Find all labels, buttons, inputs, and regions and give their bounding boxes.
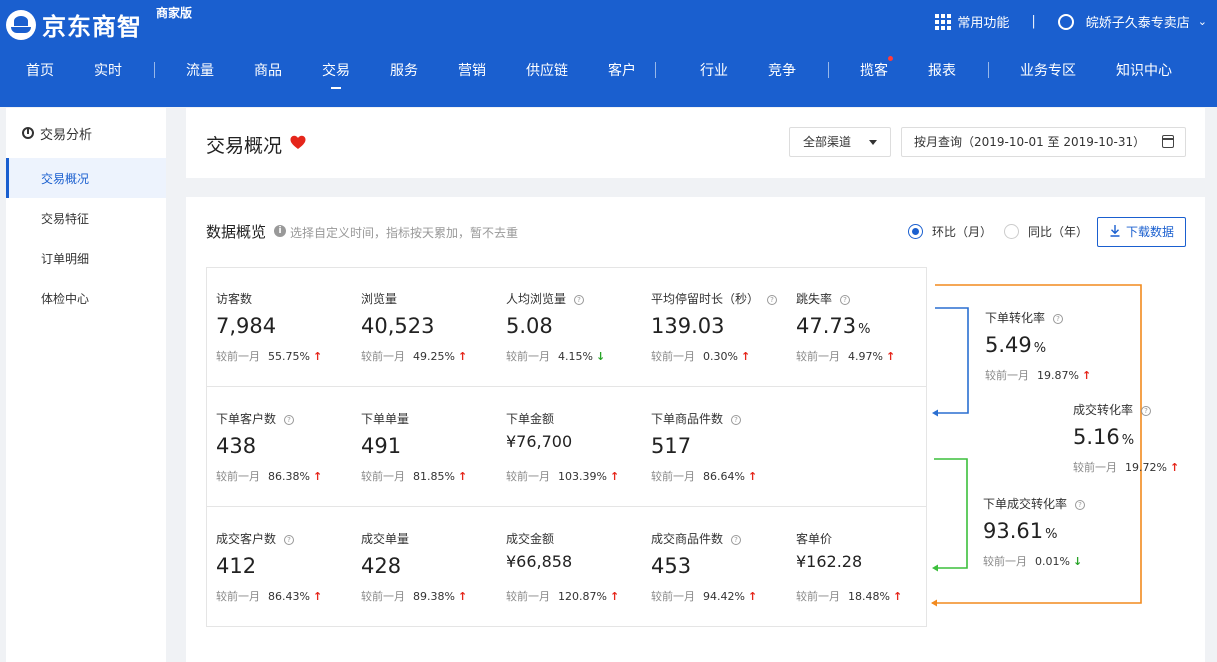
- compare-label: 较前一月: [1073, 461, 1117, 474]
- metric-label-text: 下单转化率: [985, 311, 1046, 325]
- metric-unit: %: [1033, 341, 1047, 356]
- arrow-up-icon: ↑: [1081, 369, 1092, 382]
- nav-industry[interactable]: 行业: [700, 60, 728, 80]
- nav-lanke[interactable]: 揽客: [860, 60, 888, 80]
- date-range-value: 按月查询（2019-10-01 至 2019-10-31）: [914, 135, 1146, 149]
- sidebar-item-order-details[interactable]: 订单明细: [6, 238, 166, 278]
- brand-edition: 商家版: [156, 6, 193, 20]
- title-card: 交易概况 全部渠道 按月查询（2019-10-01 至 2019-10-31）: [186, 108, 1205, 178]
- trade-analysis-icon: [22, 127, 34, 139]
- help-icon[interactable]: ?: [1075, 500, 1086, 510]
- top-right-tools: 常用功能 | 皖娇子久泰专卖店 ⌄: [935, 12, 1207, 31]
- help-icon[interactable]: ?: [1141, 406, 1152, 416]
- arrow-down-icon: ↓: [1072, 555, 1083, 568]
- chevron-down-icon[interactable]: ⌄: [1198, 15, 1207, 28]
- common-features-link[interactable]: 常用功能: [957, 12, 1009, 31]
- flow-line-blue: [934, 307, 969, 414]
- metric-value-text: 93.61: [983, 519, 1044, 543]
- compare-percent: 0.01%: [1035, 555, 1070, 568]
- nav-marketing[interactable]: 营销: [458, 60, 486, 80]
- sidebar-title-label: 交易分析: [40, 127, 93, 143]
- nav-divider: [154, 62, 155, 78]
- arrow-up-icon: ↑: [1169, 461, 1180, 474]
- metric-value: 93.61%: [983, 519, 1057, 543]
- nav-divider: [655, 62, 656, 78]
- apps-grid-icon[interactable]: [935, 13, 952, 30]
- nav-supply-chain[interactable]: 供应链: [526, 60, 568, 80]
- sidebar-section-title[interactable]: 交易分析: [6, 108, 166, 158]
- page-title: 交易概况: [206, 135, 283, 157]
- metric-label: 成交转化率?: [1073, 401, 1152, 418]
- metric-value-text: 5.16: [1073, 425, 1120, 449]
- compare-percent: 19.87%: [1037, 369, 1079, 382]
- metric-comparison: 较前一月 19.72% ↑: [1073, 459, 1179, 475]
- nav-home[interactable]: 首页: [26, 60, 54, 80]
- brand-name: 京东商智: [42, 13, 142, 41]
- metric-comparison: 较前一月 19.87% ↑: [985, 367, 1091, 383]
- shop-avatar-icon[interactable]: [1057, 13, 1074, 30]
- nav-customers[interactable]: 客户: [608, 60, 636, 80]
- data-overview-card: 数据概览 i 选择自定义时间，指标按天累加，暂不去重 环比（月） 同比（年） 下…: [186, 197, 1205, 662]
- metric-value: 5.16%: [1073, 425, 1134, 449]
- nav-knowledge-center[interactable]: 知识中心: [1116, 60, 1172, 80]
- nav-divider: [828, 62, 829, 78]
- metric-label-text: 成交转化率: [1073, 403, 1134, 417]
- metric-label: 下单转化率?: [985, 309, 1064, 326]
- channel-select[interactable]: 全部渠道: [789, 127, 891, 157]
- sidebar-item-trade-overview[interactable]: 交易概况: [6, 158, 166, 198]
- jd-dog-icon: [6, 9, 36, 40]
- nav-reports[interactable]: 报表: [928, 60, 956, 80]
- shop-name[interactable]: 皖娇子久泰专卖店: [1086, 12, 1190, 31]
- metric-comparison: 较前一月 0.01% ↓: [983, 553, 1082, 569]
- header-divider: |: [1031, 14, 1036, 29]
- compare-label: 较前一月: [983, 555, 1027, 568]
- conversion-flow-lines: [931, 284, 1142, 607]
- date-range-picker[interactable]: 按月查询（2019-10-01 至 2019-10-31）: [901, 127, 1186, 157]
- caret-down-icon: [869, 140, 877, 145]
- flow-arrow-blue: [932, 409, 938, 417]
- sidebar-item-checkup-center[interactable]: 体检中心: [6, 278, 166, 318]
- calendar-icon: [1162, 135, 1174, 148]
- metric-value: 5.49%: [985, 333, 1046, 357]
- nav-traffic[interactable]: 流量: [186, 60, 214, 80]
- compare-percent: 19.72%: [1125, 461, 1167, 474]
- metric-value-text: 5.49: [985, 333, 1032, 357]
- nav-competition[interactable]: 竞争: [768, 60, 796, 80]
- metric-label: 下单成交转化率?: [983, 495, 1086, 512]
- nav-realtime[interactable]: 实时: [94, 60, 122, 80]
- nav-divider: [988, 62, 989, 78]
- nav-trade[interactable]: 交易: [322, 60, 350, 89]
- help-icon[interactable]: ?: [1053, 314, 1064, 324]
- flow-arrow-green: [932, 564, 938, 572]
- channel-select-value: 全部渠道: [803, 135, 852, 149]
- metric-unit: %: [1045, 527, 1058, 542]
- nav-products[interactable]: 商品: [254, 60, 282, 80]
- sidebar: 交易分析 交易概况 交易特征 订单明细 体检中心: [6, 108, 166, 662]
- sidebar-item-trade-features[interactable]: 交易特征: [6, 198, 166, 238]
- notification-dot: [888, 56, 893, 61]
- metric-unit: %: [1121, 433, 1135, 448]
- favorite-heart-icon[interactable]: [290, 135, 306, 151]
- compare-label: 较前一月: [985, 369, 1029, 382]
- top-header: 京东商智 商家版 常用功能 | 皖娇子久泰专卖店 ⌄ 首页 实时 流量 商品 交易 服务 营…: [0, 0, 1217, 107]
- flow-line-green: [934, 458, 968, 569]
- nav-service[interactable]: 服务: [390, 60, 418, 80]
- jd-logo[interactable]: 京东商智: [6, 7, 142, 42]
- nav-business-zone[interactable]: 业务专区: [1020, 60, 1076, 80]
- flow-arrow-orange: [931, 599, 937, 607]
- metric-label-text: 下单成交转化率: [983, 497, 1068, 511]
